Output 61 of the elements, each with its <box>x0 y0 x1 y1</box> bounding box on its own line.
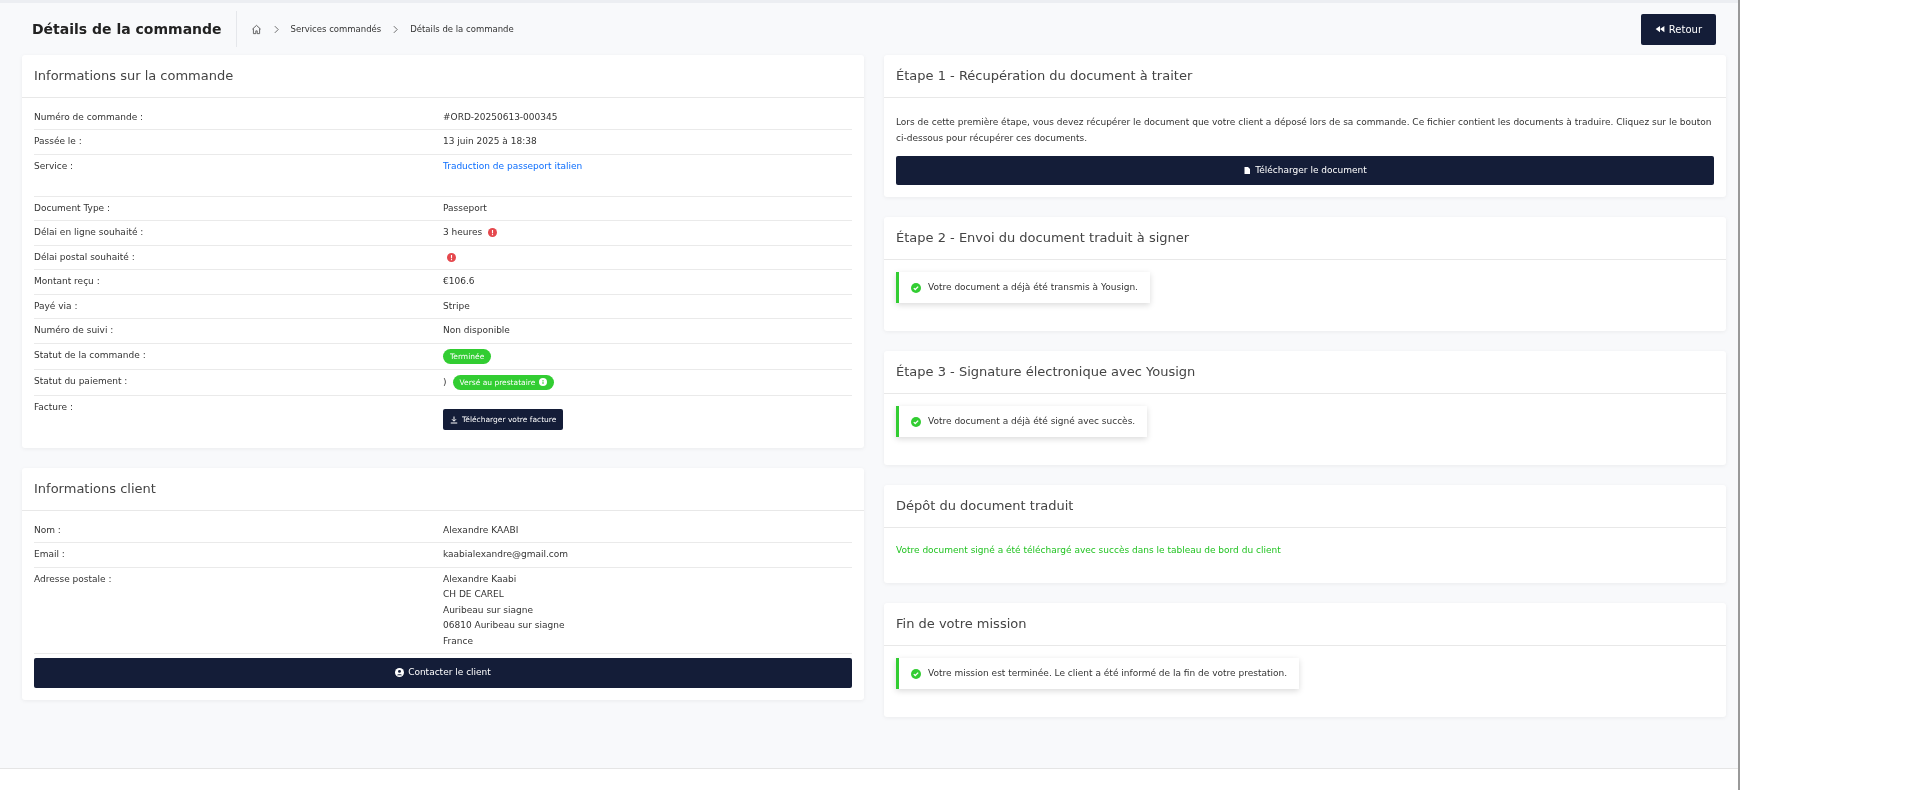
contact-client-button[interactable]: Contacter le client <box>34 658 852 688</box>
field-label: Numéro de suivi : <box>34 324 115 337</box>
check-circle-icon <box>911 668 921 679</box>
field-label: Statut du paiement : <box>34 374 129 388</box>
alert-icon <box>488 228 498 238</box>
step-description: Lors de cette première étape, vous devez récupérer le document que votre client a déposé lors de sa commande. Ce fichier contient les documents à traduire. Cliquez sur le bouton ci-dessous pour récupérer ces documents. <box>896 115 1713 145</box>
check-circle-icon <box>911 282 921 293</box>
field-label: Facture : <box>34 401 74 414</box>
card-title: Étape 3 - Signature électronique avec Yousign <box>884 351 1726 394</box>
alert-text: Votre mission est terminée. Le client a été informé de la fin de votre prestation. <box>928 666 1288 680</box>
card-title: Dépôt du document traduit <box>884 485 1726 528</box>
card-title: Étape 2 - Envoi du document traduit à signer <box>884 217 1726 260</box>
back-button[interactable]: Retour <box>1640 13 1716 45</box>
chevron-right-icon <box>391 24 401 34</box>
field-value: #ORD-20250613-000345 <box>443 110 558 124</box>
card-title: Informations client <box>22 468 864 511</box>
field-label: Service : <box>34 159 75 173</box>
field-label: Nom : <box>34 523 62 537</box>
field-value: Non disponible <box>443 324 510 337</box>
breadcrumb-link[interactable]: Services commandés <box>290 22 382 36</box>
field-label: Statut de la commande : <box>34 348 147 362</box>
download-icon <box>450 415 458 424</box>
card-title: Étape 1 - Récupération du document à traiter <box>884 55 1726 98</box>
field-label: Délai en ligne souhaité : <box>34 226 145 239</box>
field-value: Stripe <box>443 299 470 313</box>
field-label: Numéro de commande : <box>34 110 145 124</box>
check-circle-icon <box>911 416 921 427</box>
card-title: Informations sur la commande <box>22 55 864 98</box>
field-value: Alexandre KAABI <box>443 523 519 537</box>
alert-icon <box>447 252 456 262</box>
user-circle-icon <box>395 668 405 678</box>
field-value: France <box>443 634 473 648</box>
field-value: Alexandre Kaabi <box>443 572 517 586</box>
field-value: 3 heures <box>443 226 483 239</box>
chevron-right-icon <box>271 24 281 34</box>
page-title: Détails de la commande <box>32 11 237 47</box>
home-icon <box>250 23 262 35</box>
field-value: ) <box>443 375 447 389</box>
field-label: Passée le : <box>34 135 83 148</box>
alert-text: Votre document a déjà été transmis à Yousign. <box>928 280 1138 294</box>
field-value: Auribeau sur siagne <box>443 603 533 617</box>
service-link[interactable]: Traduction de passeport italien <box>443 159 583 173</box>
field-value: 06810 Auribeau sur siagne <box>443 619 565 632</box>
field-label: Email : <box>34 548 66 561</box>
download-document-button[interactable]: Télécharger le document <box>896 155 1714 186</box>
field-label: Document Type : <box>34 201 112 215</box>
field-label: Montant reçu : <box>34 275 101 288</box>
field-label: Adresse postale : <box>34 572 113 586</box>
field-value: 13 juin 2025 à 18:38 <box>443 135 537 148</box>
field-value: kaabialexandre@gmail.com <box>443 548 569 561</box>
field-value: CH DE CAREL <box>443 588 504 601</box>
success-message: Votre document signé a été téléchargé avec succès dans le tableau de bord du client <box>896 543 1282 557</box>
breadcrumb-current: Détails de la commande <box>410 22 514 36</box>
alert-text: Votre document a déjà été signé avec succès. <box>928 414 1136 428</box>
field-label: Délai postal souhaité : <box>34 250 136 264</box>
field-value: €106.6 <box>443 275 475 288</box>
file-icon <box>1243 166 1252 176</box>
field-label: Payé via : <box>34 299 79 313</box>
field-value: Passeport <box>443 201 487 215</box>
card-title: Fin de votre mission <box>884 603 1726 646</box>
rewind-icon <box>1654 24 1665 34</box>
